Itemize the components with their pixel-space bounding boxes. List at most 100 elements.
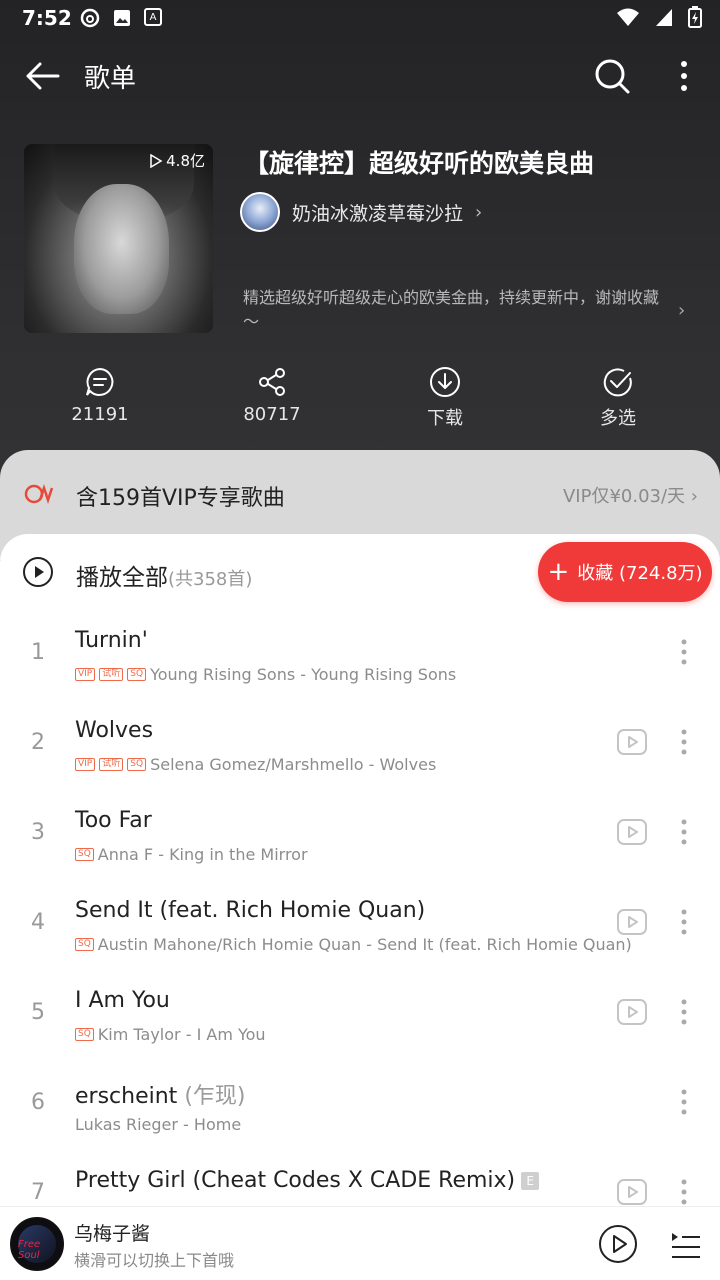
download-icon: [430, 367, 460, 397]
song-title: Wolves: [75, 718, 153, 743]
playlist-cover[interactable]: 4.8亿: [24, 144, 213, 333]
song-more-icon[interactable]: [672, 996, 696, 1028]
status-bar: 7:52 A: [0, 0, 720, 36]
play-all-row[interactable]: 播放全部(共358首) + 收藏 (724.8万): [0, 534, 720, 610]
song-title: erscheint (乍现): [75, 1078, 245, 1110]
back-button[interactable]: [22, 56, 62, 96]
song-row[interactable]: 6 erscheint (乍现) Lukas Rieger - Home: [0, 1060, 720, 1150]
chevron-right-icon: ›: [475, 201, 483, 223]
vip-text: 含159首VIP专享歌曲: [76, 486, 285, 511]
album-art-text: Free Soul: [18, 1239, 41, 1261]
comment-icon: [86, 367, 114, 396]
multi-select-label: 多选: [600, 408, 636, 429]
creator-avatar[interactable]: [240, 192, 280, 232]
song-index: 6: [31, 1090, 45, 1115]
song-more-icon[interactable]: [672, 1176, 696, 1208]
song-row[interactable]: 3 Too Far SQ Anna F - King in the Mirror: [0, 790, 720, 880]
mv-play-icon[interactable]: [616, 908, 648, 936]
play-all-icon[interactable]: [22, 556, 54, 588]
play-pause-button[interactable]: [598, 1224, 638, 1264]
playlist-description[interactable]: 精选超级好听超级走心的欧美金曲，持续更新中，谢谢收藏～: [243, 286, 673, 334]
song-row[interactable]: 5 I Am You SQ Kim Taylor - I Am You: [0, 970, 720, 1060]
cover-face: [74, 184, 169, 314]
multi-select-button[interactable]: 多选: [558, 366, 678, 430]
now-playing-disc[interactable]: Free Soul: [10, 1217, 64, 1271]
comment-button[interactable]: 21191: [40, 366, 160, 425]
mini-player[interactable]: Free Soul 乌梅子酱 横滑可以切换上下首哦: [0, 1206, 720, 1280]
song-more-icon[interactable]: [672, 636, 696, 668]
vip-price-text: VIP仅¥0.03/天: [562, 486, 686, 507]
song-meta: VIP 试听 SQ Young Rising Sons - Young Rising …: [75, 665, 456, 684]
share-icon: [259, 368, 285, 396]
share-button[interactable]: 80717: [212, 366, 332, 425]
download-label: 下载: [427, 408, 463, 429]
song-quality-badge: SQ: [75, 848, 94, 861]
song-artist-album: Kim Taylor - I Am You: [97, 1025, 266, 1044]
status-time: 7:52: [22, 6, 72, 30]
search-button[interactable]: [592, 56, 632, 96]
song-title: Too Far: [75, 808, 152, 833]
playlist-title: 【旋律控】超级好听的欧美良曲: [244, 149, 595, 178]
song-quality-badge: VIP: [75, 668, 96, 681]
song-alias: (乍现): [184, 1084, 246, 1109]
song-index: 7: [31, 1180, 45, 1205]
netease-icon: [80, 8, 100, 28]
signal-icon: [656, 9, 672, 26]
download-button[interactable]: 下载: [385, 366, 505, 430]
share-count: 80717: [243, 404, 301, 425]
song-row[interactable]: 1 Turnin' VIP 试听 SQ Young Rising Sons - Young…: [0, 610, 720, 700]
song-more-icon[interactable]: [672, 816, 696, 848]
song-meta: VIP 试听 SQ Selena Gomez/Marshmello - Wolves: [75, 755, 436, 774]
song-title: Turnin': [75, 628, 148, 653]
a-icon: A: [144, 8, 162, 26]
song-title: Send It (feat. Rich Homie Quan): [75, 898, 425, 923]
action-row: 21191 80717 下载 多选: [0, 366, 720, 436]
top-bar: 歌单: [0, 46, 720, 106]
comment-count: 21191: [71, 404, 129, 425]
mv-play-icon[interactable]: [616, 818, 648, 846]
song-quality-badge: SQ: [75, 1028, 94, 1041]
collect-button[interactable]: + 收藏 (724.8万): [538, 542, 712, 602]
chevron-right-icon[interactable]: ›: [678, 300, 685, 321]
image-icon: [114, 10, 130, 26]
wifi-icon: [617, 8, 639, 26]
song-list-card: 播放全部(共358首) + 收藏 (724.8万) 1 Turnin' VIP 试听 S…: [0, 534, 720, 1280]
mv-play-icon[interactable]: [616, 1178, 648, 1206]
song-index: 2: [31, 730, 45, 755]
song-meta: SQ Anna F - King in the Mirror: [75, 845, 308, 864]
mv-play-icon[interactable]: [616, 728, 648, 756]
song-index: 4: [31, 910, 45, 935]
song-more-icon[interactable]: [672, 906, 696, 938]
song-more-icon[interactable]: [672, 726, 696, 758]
song-index: 3: [31, 820, 45, 845]
vip-logo-icon: [24, 484, 54, 504]
song-count: (共358首): [168, 569, 253, 590]
song-quality-badge: 试听: [99, 668, 124, 681]
song-quality-badge: SQ: [127, 758, 147, 771]
chevron-right-icon: ›: [690, 486, 698, 507]
creator-name[interactable]: 奶油冰激凌草莓沙拉: [292, 199, 463, 226]
song-row[interactable]: 4 Send It (feat. Rich Homie Quan) SQ Austin…: [0, 880, 720, 970]
song-index: 5: [31, 1000, 45, 1025]
song-more-icon[interactable]: [672, 1086, 696, 1118]
song-meta: Lukas Rieger - Home: [75, 1115, 241, 1134]
play-all-label[interactable]: 播放全部(共358首): [76, 558, 252, 592]
play-count: 4.8亿: [149, 150, 205, 171]
plus-icon: +: [547, 557, 570, 587]
creator-link[interactable]: 奶油冰激凌草莓沙拉 ›: [240, 192, 482, 232]
song-title: Pretty Girl (Cheat Codes X CADE Remix) E: [75, 1168, 540, 1193]
play-all-text: 播放全部: [76, 565, 168, 591]
more-button[interactable]: [668, 56, 700, 96]
song-title-text: Pretty Girl (Cheat Codes X CADE Remix): [75, 1168, 516, 1193]
song-title-text: Too Far: [75, 808, 152, 833]
collect-label: 收藏 (724.8万): [577, 563, 703, 584]
mv-play-icon[interactable]: [616, 998, 648, 1026]
explicit-badge: E: [521, 1172, 540, 1190]
song-artist-album: Lukas Rieger - Home: [75, 1115, 242, 1134]
song-title-text: Turnin': [75, 628, 148, 653]
song-row[interactable]: 2 Wolves VIP 试听 SQ Selena Gomez/Marshmello - …: [0, 700, 720, 790]
playlist-queue-button[interactable]: [668, 1227, 702, 1261]
song-artist-album: Young Rising Sons - Young Rising Sons: [150, 665, 457, 684]
song-meta: SQ Kim Taylor - I Am You: [75, 1025, 266, 1044]
song-title: I Am You: [75, 988, 170, 1013]
